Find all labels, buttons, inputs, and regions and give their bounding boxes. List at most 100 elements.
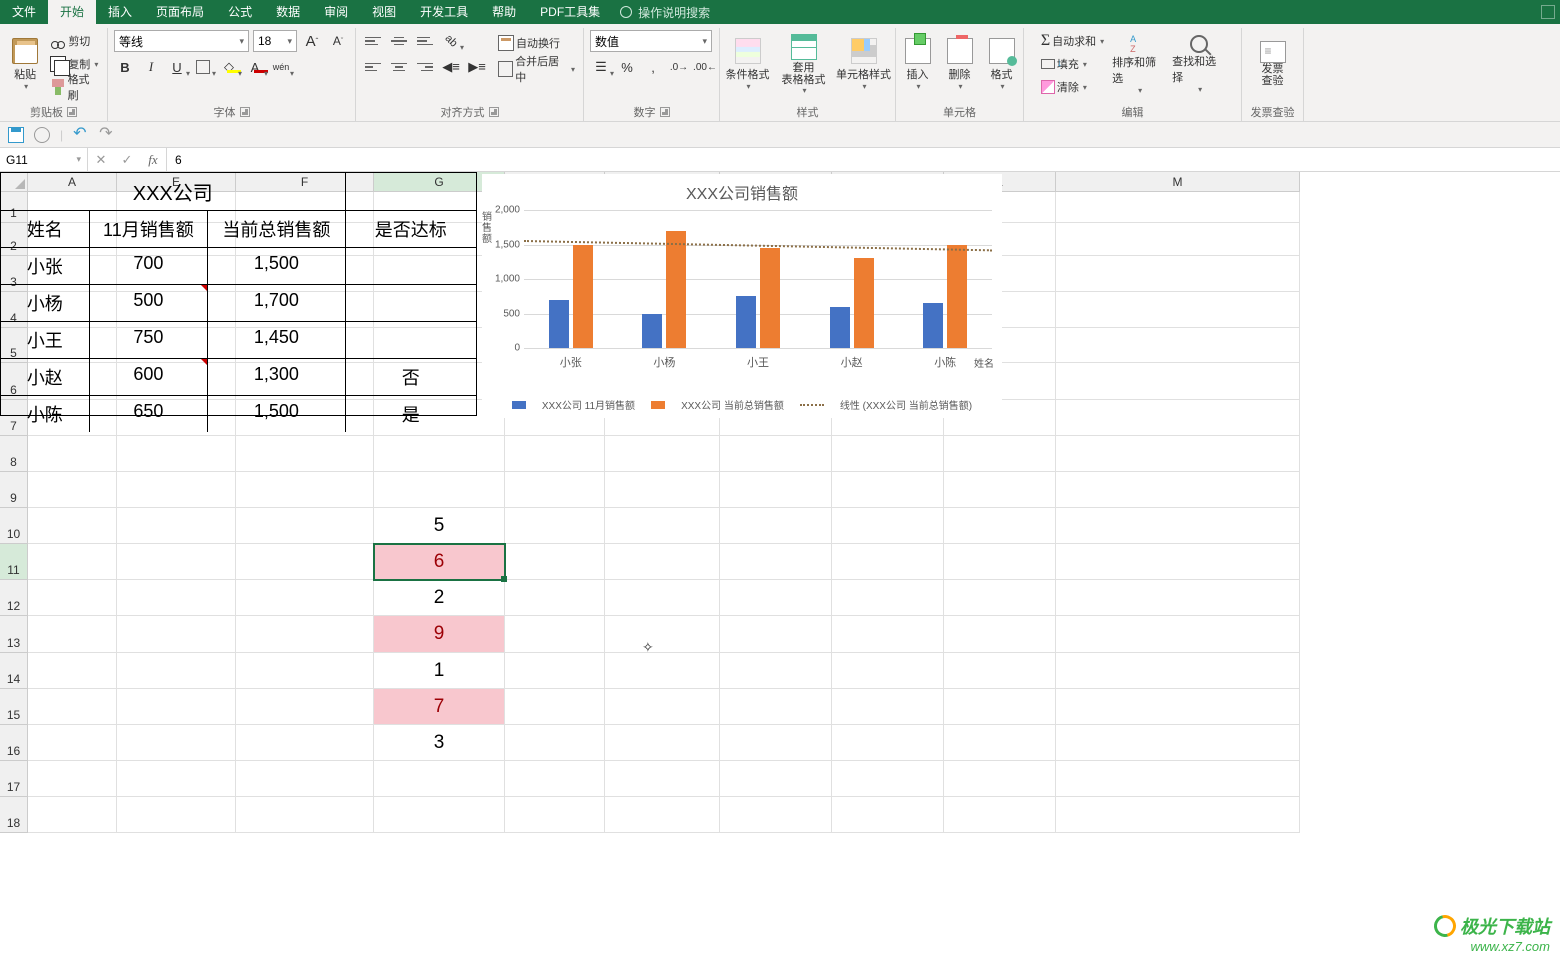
cell[interactable] <box>28 472 117 508</box>
cell[interactable] <box>944 508 1056 544</box>
row-header-18[interactable]: 18 <box>0 797 28 833</box>
cell[interactable] <box>1056 472 1300 508</box>
table-cell[interactable]: 是 <box>346 396 476 432</box>
cell[interactable] <box>720 725 832 761</box>
cell[interactable] <box>505 653 605 689</box>
fx-button[interactable]: fx <box>140 152 166 168</box>
cancel-formula-button[interactable]: ✕ <box>88 152 114 168</box>
cell[interactable] <box>117 472 236 508</box>
cell[interactable] <box>236 797 374 833</box>
cell[interactable] <box>1056 689 1300 725</box>
cell[interactable] <box>720 689 832 725</box>
cell[interactable] <box>505 472 605 508</box>
cell[interactable] <box>236 725 374 761</box>
format-painter-button[interactable]: 格式刷 <box>48 76 101 98</box>
invoice-check-button[interactable]: 发票 查验 <box>1248 30 1298 98</box>
cell[interactable] <box>117 436 236 472</box>
cell[interactable] <box>605 436 720 472</box>
cell[interactable] <box>832 797 944 833</box>
cell[interactable] <box>117 580 236 616</box>
autosum-button[interactable]: Σ自动求和▾ <box>1039 30 1106 52</box>
cell[interactable] <box>605 761 720 797</box>
cell[interactable] <box>374 797 505 833</box>
increase-font-button[interactable]: Aˆ <box>301 30 323 52</box>
cell[interactable] <box>944 616 1056 653</box>
menu-home[interactable]: 开始 <box>48 0 96 24</box>
cell-g13[interactable]: 9 <box>374 616 505 653</box>
cell[interactable] <box>1056 725 1300 761</box>
cell[interactable] <box>605 689 720 725</box>
row-header-11[interactable]: 11 <box>0 544 28 580</box>
tell-me-search[interactable]: 操作说明搜索 <box>620 4 710 21</box>
percent-button[interactable]: % <box>616 56 638 78</box>
cell[interactable] <box>832 761 944 797</box>
table-cell[interactable]: 小张 <box>1 248 90 284</box>
clear-button[interactable]: 清除▾ <box>1039 76 1106 98</box>
qat-button-2[interactable] <box>34 127 50 143</box>
menu-layout[interactable]: 页面布局 <box>144 0 216 24</box>
cell[interactable] <box>944 544 1056 580</box>
cell[interactable] <box>605 725 720 761</box>
table-cell[interactable]: 小陈 <box>1 396 90 432</box>
cell[interactable] <box>28 797 117 833</box>
phonetic-button[interactable]: wén▾ <box>270 56 292 78</box>
orientation-button[interactable]: ab▾ <box>440 30 462 52</box>
cell[interactable] <box>117 797 236 833</box>
cell[interactable] <box>605 508 720 544</box>
cell[interactable] <box>1056 544 1300 580</box>
table-cell[interactable]: 600 <box>90 359 209 395</box>
cell-styles-button[interactable]: 单元格样式▾ <box>835 30 893 98</box>
cell-g11[interactable]: 6 <box>374 544 505 580</box>
comma-button[interactable]: , <box>642 56 664 78</box>
menu-view[interactable]: 视图 <box>360 0 408 24</box>
cell[interactable] <box>117 508 236 544</box>
cell[interactable] <box>28 725 117 761</box>
decrease-font-button[interactable]: Aˇ <box>327 30 349 52</box>
cell[interactable] <box>1056 653 1300 689</box>
cell[interactable] <box>832 725 944 761</box>
insert-cells-button[interactable]: 插入▾ <box>899 30 937 98</box>
align-left-button[interactable] <box>362 56 384 78</box>
wrap-text-button[interactable]: 自动换行 <box>496 32 577 54</box>
font-name-select[interactable]: 等线 <box>114 30 249 52</box>
cell[interactable] <box>944 689 1056 725</box>
cell[interactable] <box>1056 363 1300 400</box>
cell[interactable] <box>1056 328 1300 363</box>
align-right-button[interactable] <box>414 56 436 78</box>
cell[interactable] <box>944 472 1056 508</box>
table-cell[interactable]: 小赵 <box>1 359 90 395</box>
table-title-blank[interactable] <box>346 173 476 210</box>
cell[interactable] <box>605 580 720 616</box>
italic-button[interactable]: I <box>140 56 162 78</box>
cell[interactable] <box>236 616 374 653</box>
row-header-9[interactable]: 9 <box>0 472 28 508</box>
cell[interactable] <box>236 508 374 544</box>
sort-filter-button[interactable]: 排序和筛选▾ <box>1112 30 1166 98</box>
row-header-15[interactable]: 15 <box>0 689 28 725</box>
redo-button[interactable] <box>99 127 115 143</box>
number-launcher-icon[interactable] <box>660 107 670 117</box>
table-cell[interactable]: 小杨 <box>1 285 90 321</box>
table-cell[interactable]: 1,450 <box>208 322 345 358</box>
menu-data[interactable]: 数据 <box>264 0 312 24</box>
cell[interactable] <box>720 580 832 616</box>
cell[interactable] <box>505 725 605 761</box>
cell[interactable] <box>605 616 720 653</box>
cell[interactable] <box>944 436 1056 472</box>
row-header-17[interactable]: 17 <box>0 761 28 797</box>
align-launcher-icon[interactable] <box>489 107 499 117</box>
border-button[interactable]: ▾ <box>192 56 214 78</box>
cell[interactable] <box>236 653 374 689</box>
decrease-indent-button[interactable]: ◀≡ <box>440 56 462 78</box>
cell[interactable] <box>944 761 1056 797</box>
cell[interactable] <box>605 472 720 508</box>
cell[interactable] <box>117 725 236 761</box>
name-box[interactable]: G11 <box>0 148 88 171</box>
cell[interactable] <box>944 653 1056 689</box>
cell[interactable] <box>505 508 605 544</box>
cell[interactable] <box>832 472 944 508</box>
menu-formula[interactable]: 公式 <box>216 0 264 24</box>
cell[interactable] <box>832 544 944 580</box>
cell[interactable] <box>505 761 605 797</box>
cell[interactable] <box>28 653 117 689</box>
